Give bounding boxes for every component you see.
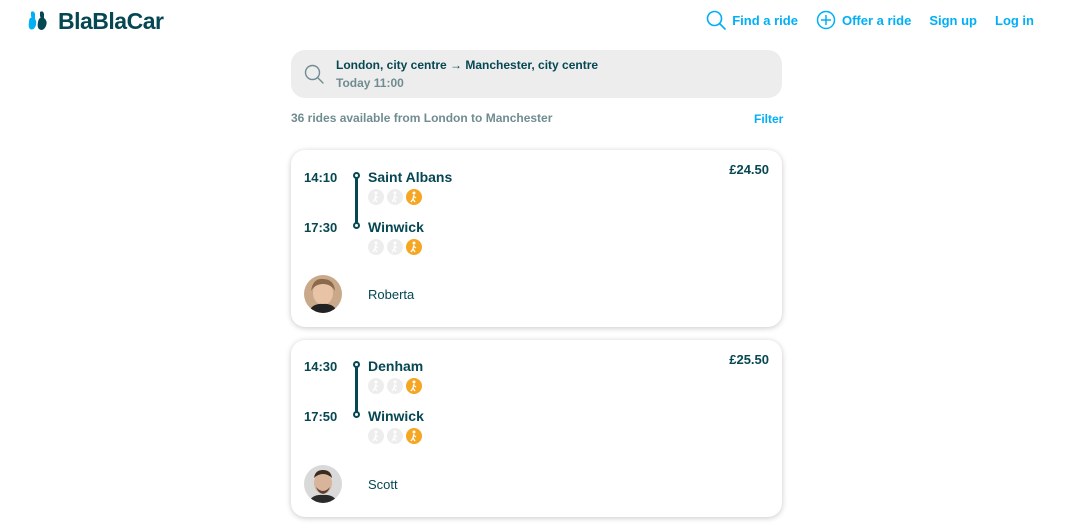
ride-price: £24.50: [729, 162, 769, 177]
walk-icon: [406, 189, 422, 205]
arrival-time: 17:30: [304, 220, 338, 235]
logo-text: BlaBlaCar: [58, 8, 164, 34]
walk-icon: [368, 378, 384, 394]
log-in-link[interactable]: Log in: [995, 13, 1034, 28]
search-icon: [706, 10, 727, 30]
arrival-time: 17:50: [304, 409, 338, 424]
plus-circle-icon: [816, 10, 836, 30]
find-ride-link[interactable]: Find a ride: [706, 10, 798, 30]
walk-icon: [387, 189, 403, 205]
walk-icon: [368, 239, 384, 255]
route-line: [355, 367, 358, 413]
driver-name: Roberta: [368, 287, 415, 302]
top-header: BlaBlaCar Find a ride Offer a ride Sign …: [0, 0, 1092, 44]
search-summary-bar[interactable]: London, city centre → Manchester, city c…: [291, 50, 782, 98]
departure-time: 14:10: [304, 170, 338, 185]
departure-city: Denham: [368, 358, 424, 374]
search-icon: [304, 64, 324, 84]
arrival-proximity-icons: [368, 428, 425, 444]
route-line: [355, 178, 358, 224]
log-in-label: Log in: [995, 12, 1034, 28]
top-nav: Find a ride Offer a ride Sign up Log in: [688, 10, 1034, 30]
sign-up-label: Sign up: [929, 12, 977, 28]
departure-time: 14:30: [304, 359, 338, 374]
offer-ride-label: Offer a ride: [841, 12, 912, 28]
ride-card[interactable]: 14:10 17:30 Saint Albans Winwick £24.50 …: [291, 150, 782, 327]
walk-icon: [387, 378, 403, 394]
find-ride-label: Find a ride: [732, 12, 798, 28]
walk-icon: [387, 428, 403, 444]
sign-up-link[interactable]: Sign up: [929, 13, 977, 28]
results-count: 36 rides available from London to Manche…: [291, 111, 553, 125]
walk-icon: [406, 239, 422, 255]
search-date: Today 11:00: [336, 76, 404, 90]
walk-icon: [406, 378, 422, 394]
driver-avatar: [304, 275, 342, 313]
filter-button[interactable]: Filter: [754, 112, 783, 126]
departure-proximity-icons: [368, 189, 425, 205]
ride-price: £25.50: [729, 352, 769, 367]
arrival-city: Winwick: [368, 219, 424, 235]
departure-proximity-icons: [368, 378, 425, 394]
walk-icon: [406, 428, 422, 444]
arrival-city: Winwick: [368, 408, 424, 424]
arrival-dot: [353, 222, 360, 229]
offer-ride-link[interactable]: Offer a ride: [816, 10, 911, 30]
walk-icon: [368, 189, 384, 205]
arrival-proximity-icons: [368, 239, 425, 255]
arrival-dot: [353, 411, 360, 418]
walk-icon: [387, 239, 403, 255]
ride-card[interactable]: 14:30 17:50 Denham Winwick £25.50 Scott: [291, 340, 782, 517]
walk-icon: [368, 428, 384, 444]
blablacar-logo[interactable]: BlaBlaCar: [28, 8, 164, 35]
search-route: London, city centre → Manchester, city c…: [336, 58, 599, 72]
driver-name: Scott: [368, 477, 398, 492]
departure-city: Saint Albans: [368, 169, 453, 185]
blablacar-logo-icon: [28, 10, 54, 34]
driver-avatar: [304, 465, 342, 503]
